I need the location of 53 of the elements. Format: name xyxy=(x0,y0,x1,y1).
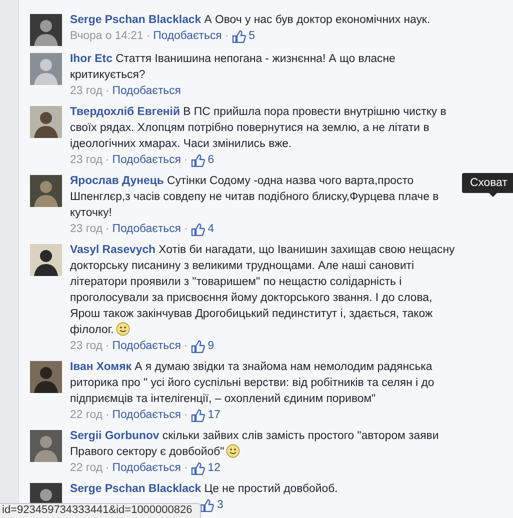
author-link[interactable]: Sergii Gorbunov xyxy=(70,430,160,442)
like-link[interactable]: Подобається xyxy=(112,83,181,99)
author-link[interactable]: Іван Хомяк xyxy=(70,361,132,373)
author-link[interactable]: Твердохліб Евгеній xyxy=(70,106,180,118)
like-link[interactable]: Подобається xyxy=(112,407,181,423)
author-link[interactable]: Ihor Etc xyxy=(70,53,112,65)
comment-text: Твердохліб Евгеній В ПС прийшла пора провести внутрішню чистку в своїх рядах. Хлопцям потрібно повернутися на землю, а не літати в ідеологічних хмарах. Часи змінились вже. xyxy=(70,105,448,152)
thumbs-up-icon xyxy=(190,340,205,352)
author-link[interactable]: Serge Pschan Blacklack xyxy=(70,14,202,26)
like-count[interactable]: 9 xyxy=(190,339,214,353)
like-link[interactable]: Подобається xyxy=(153,28,222,44)
comment-text: Vasyl Rasevych Хотів би нагадати, що Іванишин захищав свою нещасну докторську писанину з великими труднощами. Але наші сановиті літератори проявили з "товаришем" по нещастю солідарність і проголосували за присвоєння йому докторського звання. І до слова, Ярош також закінчував Дрогобицький пединститут і, здається, також філолог. xyxy=(70,243,456,338)
thumbs-up-icon xyxy=(190,462,205,474)
like-link[interactable]: Подобається xyxy=(112,152,181,168)
comment-text: Ihor Etc Стаття Іванишина непогана - жизнєнна! А що власне критикується? xyxy=(70,52,396,83)
avatar[interactable] xyxy=(30,244,62,276)
author-link[interactable]: Vasyl Rasevych xyxy=(70,244,156,256)
thumbs-up-icon xyxy=(190,222,205,236)
comment-text: Іван Хомяк А я думаю звідки та знайома нам немолодим радянська риторика про " усі його суспільні верстви: від робітників та селян і до підприємців та інтелігенції, – охоплений єдиним поривом" xyxy=(70,360,436,407)
separator-dot: · xyxy=(105,339,110,354)
separator-dot: · xyxy=(184,408,188,423)
like-count[interactable]: 17 xyxy=(190,408,220,422)
thumbs-up-icon xyxy=(200,498,214,512)
like-count[interactable]: 5 xyxy=(232,29,255,43)
comment-text: Sergii Gorbunov скільки зайвих слів замість простого "автором заяви Правого сектору є довбойоб" xyxy=(70,429,440,460)
thumbs-up-icon xyxy=(190,408,205,422)
separator-dot: · xyxy=(105,84,110,99)
separator-dot: · xyxy=(184,339,188,354)
author-link[interactable]: Serge Pschan Blacklack xyxy=(70,483,202,495)
separator-dot: · xyxy=(105,153,110,168)
like-count[interactable]: 12 xyxy=(190,461,220,475)
separator-dot: · xyxy=(224,29,229,44)
like-link[interactable]: Подобається xyxy=(112,338,181,354)
like-link[interactable]: Подобається xyxy=(112,460,181,476)
thumbs-up-icon xyxy=(190,154,205,166)
like-count[interactable]: 4 xyxy=(190,222,214,236)
comment-text: Serge Pschan Blacklack Це не простий довбойоб. xyxy=(70,482,339,497)
separator-dot: · xyxy=(146,29,150,44)
comment-text: Ярослав Дунець Сутінки Содому -одна назва чого варта,просто Шпенглєр,з часів совдепу не читав подібного блиску,Фурцева плаче в куточку! xyxy=(70,174,440,221)
thumbs-up-icon xyxy=(232,30,246,42)
comment-text: Serge Pschan Blacklack А Овоч у нас був доктор економічних наук. xyxy=(70,13,432,28)
separator-dot: · xyxy=(184,461,188,476)
separator-dot: · xyxy=(105,222,110,237)
separator-dot: · xyxy=(184,153,188,168)
hide-tooltip: Сховат xyxy=(462,173,513,193)
separator-dot: · xyxy=(105,461,110,476)
author-link[interactable]: Ярослав Дунець xyxy=(70,175,164,187)
like-count[interactable]: 6 xyxy=(190,153,214,167)
like-count[interactable]: 3 xyxy=(200,498,224,512)
link-url-tooltip: id=923459734333441&id=1000000826 xyxy=(0,503,202,518)
separator-dot: · xyxy=(184,222,188,237)
like-link[interactable]: Подобається xyxy=(112,221,181,237)
separator-dot: · xyxy=(105,408,110,423)
